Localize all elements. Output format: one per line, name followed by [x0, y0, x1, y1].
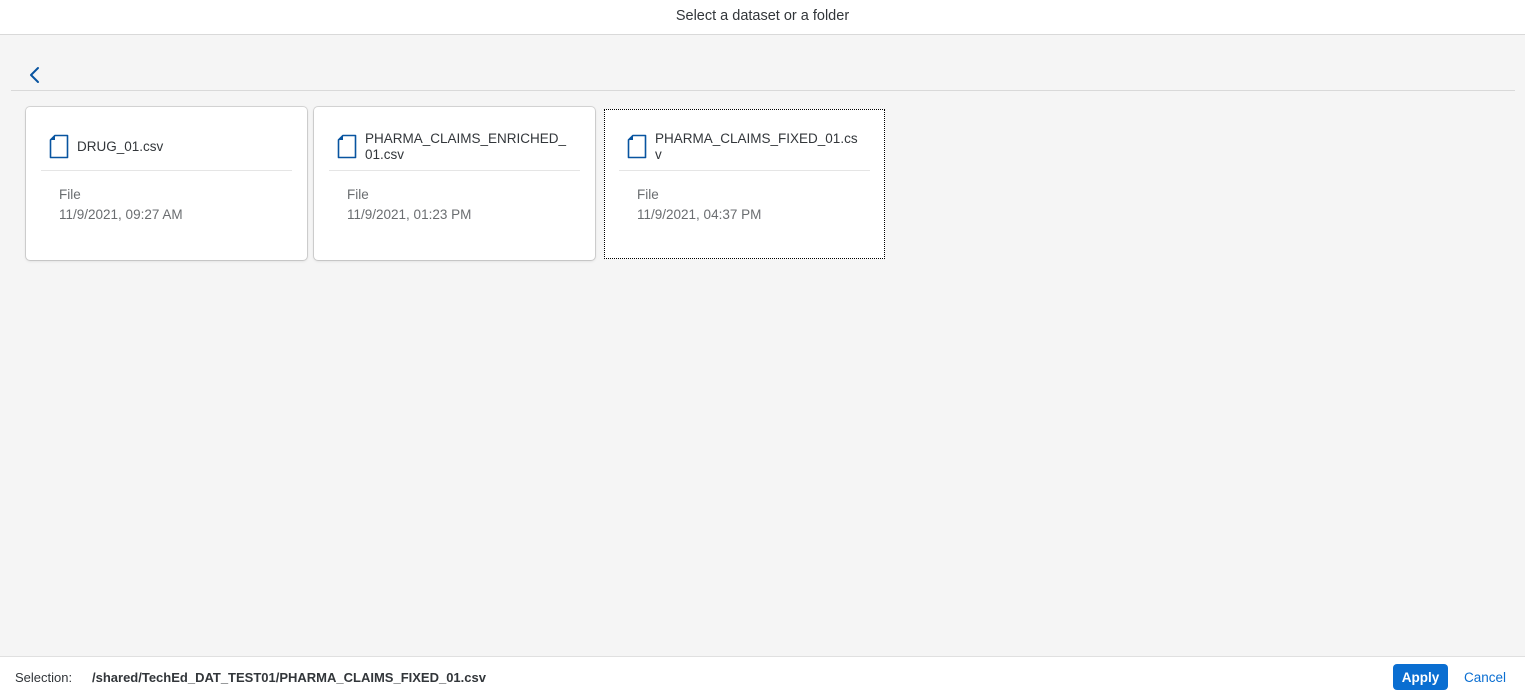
file-tile-drug-01[interactable]: DRUG_01.csv File 11/9/2021, 09:27 AM	[26, 107, 307, 260]
selection-path: /shared/TechEd_DAT_TEST01/PHARMA_CLAIMS_…	[92, 670, 486, 685]
chevron-left-icon	[30, 67, 39, 83]
file-type: File	[347, 187, 369, 202]
tile-header: DRUG_01.csv	[41, 129, 292, 171]
file-type: File	[637, 187, 659, 202]
file-modified-date: 11/9/2021, 09:27 AM	[59, 207, 183, 222]
dialog-header: Select a dataset or a folder	[0, 0, 1525, 35]
file-modified-date: 11/9/2021, 01:23 PM	[347, 207, 472, 222]
back-button[interactable]	[25, 65, 45, 85]
file-name: PHARMA_CLAIMS_FIXED_01.csv	[655, 131, 858, 162]
file-type: File	[59, 187, 81, 202]
dialog-title: Select a dataset or a folder	[675, 8, 850, 24]
tile-header: PHARMA_CLAIMS_FIXED_01.csv	[619, 129, 870, 171]
selection-label: Selection:	[15, 670, 73, 685]
file-icon	[49, 134, 69, 159]
file-name: PHARMA_CLAIMS_ENRICHED_01.csv	[365, 131, 567, 162]
tile-header: PHARMA_CLAIMS_ENRICHED_01.csv	[329, 129, 580, 171]
file-name: DRUG_01.csv	[77, 139, 164, 154]
file-icon	[337, 134, 357, 159]
file-icon	[627, 134, 647, 159]
navigation-toolbar	[11, 55, 1515, 91]
file-modified-date: 11/9/2021, 04:37 PM	[637, 207, 762, 222]
dialog-content: DRUG_01.csv File 11/9/2021, 09:27 AM PHA…	[0, 35, 1525, 656]
select-dataset-dialog: Select a dataset or a folder DRUG_01.csv	[0, 0, 1525, 695]
cancel-button[interactable]: Cancel	[1456, 664, 1514, 690]
apply-button[interactable]: Apply	[1393, 664, 1448, 690]
dialog-footer: Selection: /shared/TechEd_DAT_TEST01/PHA…	[0, 656, 1525, 695]
file-tile-pharma-claims-enriched-01[interactable]: PHARMA_CLAIMS_ENRICHED_01.csv File 11/9/…	[314, 107, 595, 260]
file-tile-pharma-claims-fixed-01[interactable]: PHARMA_CLAIMS_FIXED_01.csv File 11/9/202…	[604, 109, 885, 259]
